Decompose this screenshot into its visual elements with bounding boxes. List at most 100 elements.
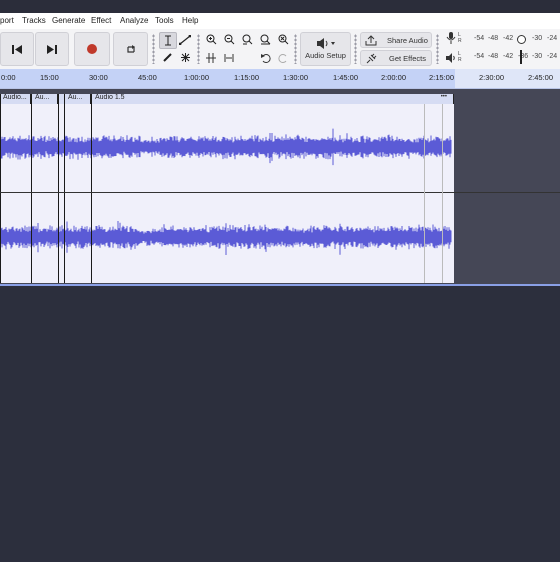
skip-end-icon bbox=[47, 44, 57, 54]
playback-level-slider[interactable] bbox=[520, 50, 522, 64]
silence-icon bbox=[224, 53, 234, 62]
asterisk-icon bbox=[180, 53, 190, 62]
zoom-in-icon bbox=[206, 34, 216, 45]
ruler-tick-label: 45:00 bbox=[138, 73, 157, 82]
zoom-out-icon bbox=[224, 34, 234, 45]
zoom-in-button[interactable] bbox=[203, 32, 219, 47]
playback-meter[interactable]: -54 -48 -42 -36 -30 -24 bbox=[470, 50, 560, 64]
share-icon bbox=[365, 34, 377, 45]
ruler-tick-label: 2:15:00 bbox=[429, 73, 455, 82]
multi-tool[interactable] bbox=[177, 50, 193, 65]
record-meter-tick: -42 bbox=[503, 35, 514, 42]
toolbar-grip[interactable] bbox=[152, 34, 155, 64]
zoom-toggle-button[interactable] bbox=[275, 32, 291, 47]
menu-item-tools[interactable]: Tools bbox=[155, 16, 174, 25]
record-meter-tick: -30 bbox=[532, 35, 543, 42]
draw-tool[interactable] bbox=[159, 50, 175, 65]
playback-meter-tick: -42 bbox=[503, 53, 514, 60]
undo-icon bbox=[260, 53, 271, 63]
plug-icon bbox=[366, 53, 377, 63]
get-effects-button[interactable]: Get Effects bbox=[360, 50, 432, 66]
playback-speaker-icon[interactable] bbox=[445, 53, 456, 63]
record-meter[interactable]: -54 -48 -42 -30 -24 bbox=[470, 32, 560, 46]
toolbar: Audio Setup Share Audio Get Effects L R … bbox=[0, 29, 560, 70]
silence-button[interactable] bbox=[221, 50, 237, 65]
empty-track-area[interactable] bbox=[0, 284, 560, 562]
record-meter-tick: -48 bbox=[488, 35, 499, 42]
clip-header[interactable]: Au... bbox=[32, 94, 58, 104]
trim-button[interactable] bbox=[203, 50, 219, 65]
skip-to-start-button[interactable] bbox=[0, 32, 34, 66]
menu-item-effect[interactable]: Effect bbox=[91, 16, 111, 25]
playback-meter-tick: -54 bbox=[474, 53, 485, 60]
redo-button[interactable] bbox=[275, 50, 291, 65]
fit-project-button[interactable] bbox=[257, 32, 273, 47]
ruler-tick-label: 1:30:00 bbox=[283, 73, 309, 82]
ruler-tick-label: 1:00:00 bbox=[184, 73, 210, 82]
menu-bar: port Tracks Generate Effect Analyze Tool… bbox=[0, 13, 560, 29]
zoom-out-button[interactable] bbox=[221, 32, 237, 47]
fit-selection-button[interactable] bbox=[239, 32, 255, 47]
clip-marker-line bbox=[424, 104, 425, 283]
menu-item-export[interactable]: port bbox=[0, 16, 14, 25]
clip-boundary[interactable] bbox=[64, 94, 65, 283]
share-audio-button[interactable]: Share Audio bbox=[360, 32, 432, 48]
ruler-tick-label: 15:00 bbox=[40, 73, 59, 82]
ruler-tick-label: 2:00:00 bbox=[381, 73, 407, 82]
menu-item-tracks[interactable]: Tracks bbox=[22, 16, 46, 25]
clip-marker-line bbox=[442, 104, 443, 283]
playback-meter-tick: -48 bbox=[488, 53, 499, 60]
waveform-channel-right bbox=[0, 221, 452, 255]
selection-tool[interactable] bbox=[159, 32, 177, 49]
timeline-ruler[interactable]: 0:00 15:00 30:00 45:00 1:00:00 1:15:00 1… bbox=[0, 69, 560, 89]
share-audio-label: Share Audio bbox=[387, 35, 428, 45]
audio-setup-label: Audio Setup bbox=[305, 51, 346, 60]
toolbar-grip[interactable] bbox=[197, 34, 200, 64]
clip-boundary[interactable] bbox=[31, 94, 32, 283]
playback-meter-tick: -30 bbox=[532, 53, 543, 60]
ruler-tick-label: 30:00 bbox=[89, 73, 108, 82]
clip-boundary[interactable] bbox=[0, 94, 1, 283]
ibeam-icon bbox=[165, 35, 171, 46]
zoom-selection-icon bbox=[242, 34, 252, 45]
microphone-icon[interactable] bbox=[446, 32, 456, 44]
envelope-icon bbox=[179, 34, 191, 45]
redo-icon bbox=[277, 53, 286, 63]
get-effects-label: Get Effects bbox=[389, 53, 426, 63]
clip-boundary[interactable] bbox=[91, 94, 92, 283]
clip-header[interactable]: Audio 1.5 ••• bbox=[92, 94, 454, 104]
menu-item-analyze[interactable]: Analyze bbox=[120, 16, 148, 25]
record-meter-tick: -54 bbox=[474, 35, 485, 42]
channel-divider bbox=[0, 192, 560, 193]
zoom-fit-icon bbox=[260, 34, 270, 45]
record-meter-channels: L R bbox=[458, 32, 462, 44]
undo-button[interactable] bbox=[257, 50, 273, 65]
skip-to-end-button[interactable] bbox=[35, 32, 69, 66]
clip-title: Au... bbox=[68, 94, 83, 101]
envelope-tool[interactable] bbox=[177, 32, 193, 47]
toolbar-grip[interactable] bbox=[436, 34, 439, 64]
clip-header[interactable]: Au... bbox=[65, 94, 91, 104]
menu-item-help[interactable]: Help bbox=[182, 16, 198, 25]
record-icon bbox=[87, 44, 97, 54]
record-level-knob[interactable] bbox=[517, 35, 526, 44]
audio-setup-button[interactable]: Audio Setup bbox=[300, 32, 351, 66]
clip-header[interactable]: Audio... bbox=[0, 94, 31, 104]
toolbar-grip[interactable] bbox=[354, 34, 357, 64]
waveform[interactable] bbox=[0, 104, 454, 283]
clip-title: Audio... bbox=[3, 94, 27, 101]
record-button[interactable] bbox=[74, 32, 110, 66]
ruler-tick-label: 1:45:00 bbox=[333, 73, 359, 82]
waveform-channel-left bbox=[0, 128, 452, 166]
zoom-toggle-icon bbox=[278, 34, 288, 45]
clip-title: Au... bbox=[35, 94, 50, 101]
playback-meter-tick: -24 bbox=[547, 53, 558, 60]
ruler-tick-label: 2:45:00 bbox=[528, 73, 554, 82]
clip-title: Audio 1.5 bbox=[95, 94, 125, 101]
record-meter-tick: -24 bbox=[547, 35, 558, 42]
menu-item-generate[interactable]: Generate bbox=[52, 16, 85, 25]
clip-boundary[interactable] bbox=[58, 94, 59, 283]
loop-button[interactable] bbox=[113, 32, 148, 66]
clip-menu-icon[interactable]: ••• bbox=[441, 94, 447, 100]
toolbar-grip[interactable] bbox=[294, 34, 297, 64]
